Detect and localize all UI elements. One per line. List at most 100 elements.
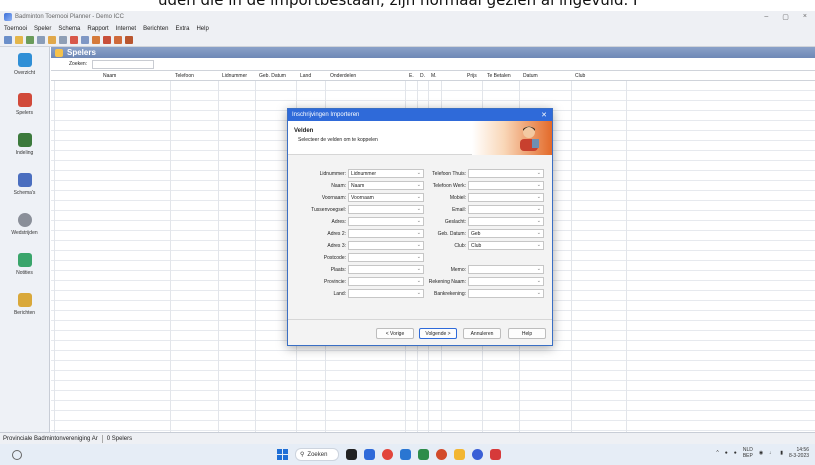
cancel-button[interactable]: Annuleren <box>463 328 501 339</box>
field-label: Lidnummer: <box>319 170 346 177</box>
nav-schemas[interactable]: Schema's <box>0 173 49 207</box>
player-icon[interactable] <box>114 36 122 44</box>
tool-icon[interactable] <box>70 36 78 44</box>
tray-icon[interactable]: ● <box>734 450 737 456</box>
column-header[interactable]: Land <box>300 73 311 79</box>
field-select[interactable]: ⌄ <box>468 217 544 226</box>
field-select[interactable]: ⌄ <box>468 265 544 274</box>
nav-berichten[interactable]: Berichten <box>0 293 49 327</box>
next-button[interactable]: Volgende > <box>419 328 457 339</box>
save-icon[interactable] <box>26 36 34 44</box>
field-select[interactable]: ⌄ <box>348 229 424 238</box>
column-header[interactable]: Onderdelen <box>330 73 356 79</box>
taskbar: ⚲ Zoeken ^ ● ● NLD BEP ◉ ♩ ▮ 14:56 8-3-2… <box>0 444 815 465</box>
help-button[interactable]: Help <box>508 328 546 339</box>
open-icon[interactable] <box>15 36 23 44</box>
menu-extra[interactable]: Extra <box>175 26 189 32</box>
player-icon[interactable] <box>103 36 111 44</box>
app-icon[interactable] <box>400 449 411 460</box>
minimize-button[interactable]: – <box>764 13 768 21</box>
panel-header: Spelers <box>51 47 815 58</box>
nav-overzicht[interactable]: Overzicht <box>0 53 49 87</box>
menu-speler[interactable]: Speler <box>34 26 51 32</box>
app-icon[interactable] <box>490 449 501 460</box>
column-header[interactable]: Club <box>575 73 585 79</box>
column-header[interactable]: Prijs <box>467 73 477 79</box>
volume-icon[interactable]: ♩ <box>769 450 774 456</box>
player-icon[interactable] <box>92 36 100 44</box>
menu-schema[interactable]: Schema <box>58 26 80 32</box>
close-button[interactable]: × <box>803 13 807 21</box>
chevron-down-icon: ⌄ <box>536 230 541 236</box>
grid-header: Naam Telefoon Lidnummer Geb. Datum Land … <box>51 70 815 81</box>
close-icon[interactable]: ✕ <box>541 111 547 119</box>
field-select[interactable]: ⌄ <box>348 289 424 298</box>
column-header[interactable]: Te Betalen <box>487 73 511 79</box>
field-select[interactable]: Naam ⌄ <box>348 181 424 190</box>
maximize-button[interactable]: ▢ <box>782 13 789 21</box>
field-select[interactable]: Voornaam ⌄ <box>348 193 424 202</box>
app-icon[interactable] <box>418 449 429 460</box>
clock[interactable]: 14:56 8-3-2023 <box>789 447 809 459</box>
network-icon[interactable]: ◉ <box>759 450 763 456</box>
field-select[interactable]: ⌄ <box>348 205 424 214</box>
menu-berichten[interactable]: Berichten <box>143 26 168 32</box>
column-header[interactable]: Datum <box>523 73 538 79</box>
field-select[interactable]: Lidnummer ⌄ <box>348 169 424 178</box>
language-indicator[interactable]: NLD BEP <box>743 447 753 459</box>
previous-button[interactable]: < Vorige <box>376 328 414 339</box>
tool-icon[interactable] <box>59 36 67 44</box>
chevron-up-icon[interactable]: ^ <box>716 450 718 456</box>
field-select[interactable]: ⌄ <box>348 241 424 250</box>
field-select[interactable]: ⌄ <box>468 205 544 214</box>
toolbar <box>0 34 815 47</box>
field-memo: Memo: ⌄ <box>418 265 544 274</box>
menu-toernooi[interactable]: Toernooi <box>4 26 27 32</box>
field-select[interactable]: ⌄ <box>468 181 544 190</box>
weather-icon[interactable] <box>12 449 22 460</box>
field-select[interactable]: ⌄ <box>348 277 424 286</box>
column-header[interactable]: Naam <box>103 73 116 79</box>
app-icon[interactable] <box>436 449 447 460</box>
chevron-down-icon: ⌄ <box>536 242 541 248</box>
tray-icon[interactable]: ● <box>725 450 728 456</box>
field-select[interactable]: ⌄ <box>348 253 424 262</box>
nav-indeling[interactable]: Indeling <box>0 133 49 167</box>
nav-wedstrijden[interactable]: Wedstrijden <box>0 213 49 247</box>
menu-rapport[interactable]: Rapport <box>87 26 108 32</box>
chrome-icon[interactable] <box>382 449 393 460</box>
start-icon[interactable] <box>277 449 288 460</box>
task-view-icon[interactable] <box>346 449 357 460</box>
player-icon[interactable] <box>125 36 133 44</box>
column-header[interactable]: M. <box>431 73 437 79</box>
field-select[interactable]: Club ⌄ <box>468 241 544 250</box>
field-label: Bankrekening: <box>434 290 466 297</box>
field-select[interactable]: ⌄ <box>348 265 424 274</box>
tool-icon[interactable] <box>48 36 56 44</box>
tool-icon[interactable] <box>81 36 89 44</box>
notes-icon <box>17 253 32 267</box>
search-input[interactable] <box>92 59 155 69</box>
column-header[interactable]: D. <box>420 73 425 79</box>
column-header[interactable]: Telefoon <box>175 73 194 79</box>
column-header[interactable]: Lidnummer <box>222 73 247 79</box>
app-icon[interactable] <box>472 449 483 460</box>
chat-icon[interactable] <box>364 449 375 460</box>
menu-help[interactable]: Help <box>196 26 208 32</box>
field-select[interactable]: ⌄ <box>468 193 544 202</box>
field-select[interactable]: ⌄ <box>348 217 424 226</box>
tool-icon[interactable] <box>37 36 45 44</box>
field-select[interactable]: ⌄ <box>468 277 544 286</box>
file-explorer-icon[interactable] <box>454 449 465 460</box>
nav-spelers[interactable]: Spelers <box>0 93 49 127</box>
column-header[interactable]: Geb. Datum <box>259 73 286 79</box>
nav-notities[interactable]: Notities <box>0 253 49 287</box>
new-icon[interactable] <box>4 36 12 44</box>
battery-icon[interactable]: ▮ <box>780 450 783 456</box>
menu-internet[interactable]: Internet <box>116 26 136 32</box>
field-select[interactable]: ⌄ <box>468 289 544 298</box>
field-select[interactable]: Geb ⌄ <box>468 229 544 238</box>
column-header[interactable]: E. <box>409 73 414 79</box>
taskbar-search[interactable]: ⚲ Zoeken <box>295 448 339 461</box>
field-select[interactable]: ⌄ <box>468 169 544 178</box>
